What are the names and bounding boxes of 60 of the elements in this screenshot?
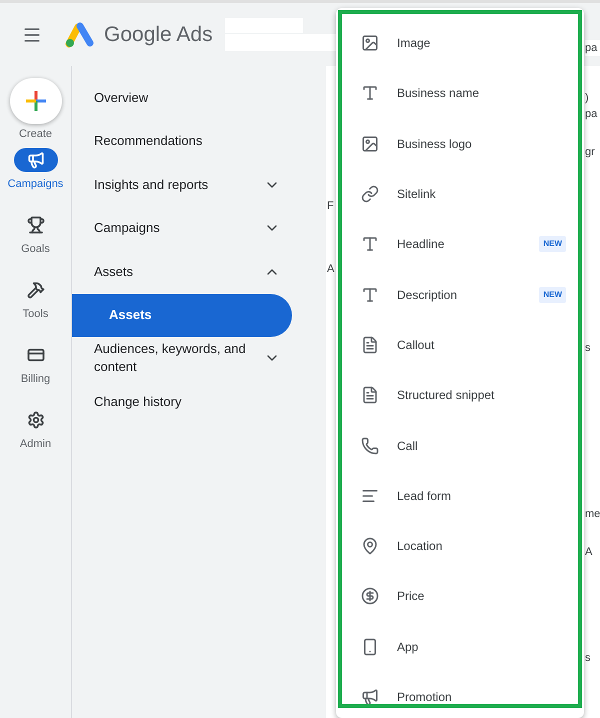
tools-icon bbox=[26, 281, 44, 299]
location-pin-icon bbox=[361, 537, 379, 556]
rail-item[interactable]: Billing bbox=[0, 337, 71, 402]
nav-item[interactable]: Overview bbox=[72, 76, 292, 120]
background-text: F bbox=[326, 199, 335, 214]
menu-item[interactable]: App bbox=[342, 622, 578, 672]
rail-label: Goals bbox=[21, 242, 50, 257]
document-icon bbox=[361, 386, 379, 404]
text-icon bbox=[361, 84, 379, 102]
rail-label: Tools bbox=[22, 307, 48, 322]
rail-item[interactable]: Goals bbox=[0, 207, 71, 272]
menu-item[interactable]: Sitelink bbox=[342, 168, 578, 220]
menu-item[interactable]: Promotion bbox=[342, 672, 578, 704]
image-icon bbox=[361, 134, 379, 153]
link-icon bbox=[361, 185, 379, 204]
nav-item[interactable]: Audiences, keywords, and content bbox=[72, 336, 292, 380]
text-icon bbox=[361, 286, 379, 304]
nav-item[interactable]: Change history bbox=[72, 380, 292, 424]
rail-label: Billing bbox=[20, 372, 50, 387]
menu-item[interactable]: Headline NEW bbox=[342, 219, 578, 270]
nav-item[interactable]: Recommendations bbox=[72, 120, 292, 163]
nav-subitem[interactable]: Assets bbox=[72, 294, 292, 336]
rail-label: Campaigns bbox=[8, 177, 64, 192]
megaphone-icon bbox=[361, 688, 379, 704]
phone-icon bbox=[361, 436, 379, 455]
megaphone-icon bbox=[26, 151, 44, 169]
plus-icon bbox=[24, 88, 48, 113]
create-button[interactable] bbox=[10, 78, 62, 124]
nav-item[interactable]: Assets bbox=[72, 250, 292, 294]
menu-item[interactable]: Image bbox=[342, 18, 578, 68]
menu-item[interactable]: Lead form bbox=[342, 470, 578, 521]
dollar-icon bbox=[361, 587, 379, 606]
text-icon bbox=[361, 235, 379, 254]
menu-item[interactable]: Location bbox=[342, 520, 578, 572]
image-icon bbox=[361, 34, 379, 52]
rail-item[interactable]: Tools bbox=[0, 272, 71, 337]
logo-icon bbox=[65, 22, 95, 48]
menu-item[interactable]: Structured snippet bbox=[342, 370, 578, 420]
menu-item[interactable]: Callout bbox=[342, 320, 578, 370]
document-icon bbox=[361, 336, 379, 354]
background-text: A bbox=[326, 262, 336, 276]
card-icon bbox=[26, 346, 44, 364]
menu-item[interactable]: Description NEW bbox=[342, 269, 578, 320]
rail-item[interactable]: Campaigns bbox=[0, 142, 71, 207]
menu-item[interactable]: Business name bbox=[342, 68, 578, 119]
nav-item[interactable]: Campaigns bbox=[72, 206, 292, 250]
rail-label: Create bbox=[18, 126, 52, 142]
trophy-icon bbox=[26, 216, 44, 234]
rail-item[interactable]: Admin bbox=[0, 402, 71, 467]
menu-item[interactable]: Business logo bbox=[342, 118, 578, 169]
logo-text: Google Ads bbox=[104, 22, 213, 48]
phone-device-icon bbox=[361, 638, 379, 656]
background-text: pa bbox=[585, 40, 600, 56]
settings-icon bbox=[26, 411, 44, 429]
nav-item[interactable]: Insights and reports bbox=[72, 163, 292, 206]
new-badge: NEW bbox=[539, 286, 566, 303]
menu-item[interactable]: Call bbox=[342, 420, 578, 471]
rail-label: Admin bbox=[20, 437, 52, 452]
new-badge: NEW bbox=[539, 236, 566, 252]
menu-item[interactable]: Price bbox=[342, 571, 578, 622]
